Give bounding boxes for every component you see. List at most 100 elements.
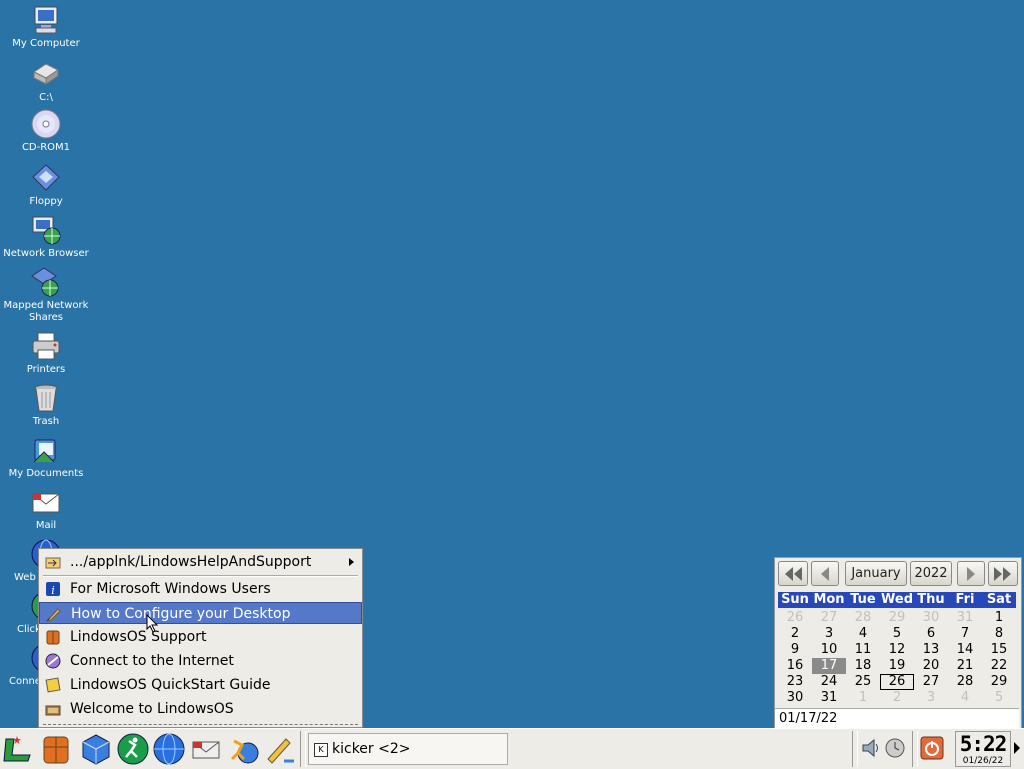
taskbar-files-button[interactable]: [80, 733, 112, 765]
desktop-icon-my-documents[interactable]: My Documents: [0, 434, 92, 480]
calendar-day-cell[interactable]: 28: [948, 674, 982, 690]
menu-item-lindowsos-support[interactable]: LindowsOS Support: [39, 626, 362, 648]
calendar-day-cell[interactable]: 13: [914, 642, 948, 658]
calendar-day-cell[interactable]: 2: [880, 690, 914, 706]
desktop-icon-label: Mail: [35, 520, 57, 531]
volume-button[interactable]: [860, 737, 882, 759]
calendar-day-cell[interactable]: 12: [880, 642, 914, 658]
task-label: kicker <2>: [332, 741, 411, 757]
calendar-day-cell[interactable]: 3: [812, 626, 846, 642]
menu-item-windows-users[interactable]: i For Microsoft Windows Users: [39, 578, 362, 600]
welcome-icon: [45, 701, 61, 717]
calendar-day-cell[interactable]: 22: [982, 658, 1016, 674]
calendar-day-cell[interactable]: 2: [778, 626, 812, 642]
calendar-day-cell[interactable]: 20: [914, 658, 948, 674]
menu-item-label: For Microsoft Windows Users: [70, 581, 271, 597]
desktop-icon-floppy[interactable]: Floppy: [0, 162, 92, 208]
calendar-day-cell[interactable]: 4: [948, 690, 982, 706]
task-button-kicker[interactable]: K kicker <2>: [308, 733, 508, 765]
taskbar-click-n-run-button[interactable]: [117, 733, 149, 765]
calendar-day-cell[interactable]: 10: [812, 642, 846, 658]
taskbar-web-button[interactable]: [153, 733, 185, 765]
logout-button[interactable]: [920, 736, 944, 760]
next-month-button[interactable]: [957, 561, 985, 586]
calendar-day-cell[interactable]: 6: [914, 626, 948, 642]
calendar-day-cell[interactable]: 11: [846, 642, 880, 658]
calendar-day-cell[interactable]: 31: [812, 690, 846, 706]
double-right-arrow-icon: [994, 567, 1011, 581]
help-submenu: .../applnk/LindowsHelpAndSupport i For M…: [38, 548, 363, 728]
calendar-day-cell[interactable]: 4: [846, 626, 880, 642]
desktop-icon-my-computer[interactable]: My Computer: [0, 4, 92, 50]
calendar-day-cell[interactable]: 29: [880, 610, 914, 626]
selected-date-field[interactable]: 01/17/22: [775, 708, 1019, 728]
calendar-day-cell[interactable]: 27: [812, 610, 846, 626]
next-year-button[interactable]: [988, 561, 1018, 586]
trash-icon: [30, 382, 62, 414]
desktop-icon-cdrom[interactable]: CD-ROM1: [0, 108, 92, 154]
power-icon: [920, 736, 944, 760]
taskbar-connect-button[interactable]: [228, 733, 260, 765]
prev-month-button[interactable]: [811, 561, 839, 586]
calendar-day-cell[interactable]: 16: [778, 658, 812, 674]
month-button[interactable]: January: [845, 561, 907, 586]
tray-separator: [912, 731, 918, 767]
calendar-day-cell[interactable]: 3: [914, 690, 948, 706]
menu-item-connect-internet[interactable]: Connect to the Internet: [39, 650, 362, 672]
calendar-day-cell[interactable]: 27: [914, 674, 948, 690]
calendar-day-cell[interactable]: 30: [914, 610, 948, 626]
calendar-day-cell[interactable]: 9: [778, 642, 812, 658]
calendar-day-header: Fri: [948, 592, 982, 608]
calendar-day-cell[interactable]: 28: [846, 610, 880, 626]
launch-menu-button[interactable]: [2, 733, 34, 765]
calendar-day-cell[interactable]: 7: [948, 626, 982, 642]
taskbar-mail-button[interactable]: [190, 733, 222, 765]
taskbar-support-button[interactable]: [40, 733, 72, 765]
menu-item-applnk-help[interactable]: .../applnk/LindowsHelpAndSupport: [39, 551, 362, 573]
calendar-day-cell[interactable]: 31: [948, 610, 982, 626]
calendar-day-cell[interactable]: 26: [778, 610, 812, 626]
desktop-icon-network-browser[interactable]: Network Browser: [0, 214, 92, 260]
double-left-arrow-icon: [785, 567, 802, 581]
calendar-day-cell[interactable]: 15: [982, 642, 1016, 658]
calendar-day-cell[interactable]: 24: [812, 674, 846, 690]
prev-year-button[interactable]: [778, 561, 808, 586]
calendar-day-cell[interactable]: 17: [812, 658, 846, 674]
calendar-day-cell[interactable]: 18: [846, 658, 880, 674]
calendar-day-cell[interactable]: 26: [880, 674, 914, 690]
menu-item-welcome[interactable]: Welcome to LindowsOS: [39, 698, 362, 720]
calendar-day-cell[interactable]: 21: [948, 658, 982, 674]
guide-icon: [45, 677, 61, 693]
desktop-icon-trash[interactable]: Trash: [0, 382, 92, 428]
calendar-day-cell[interactable]: 29: [982, 674, 1016, 690]
desktop-icon-label: Printers: [26, 364, 66, 375]
calendar-day-cell[interactable]: 14: [948, 642, 982, 658]
calendar-day-cell[interactable]: 1: [846, 690, 880, 706]
calendar-day-cell[interactable]: 30: [778, 690, 812, 706]
calendar-day-cell[interactable]: 1: [982, 610, 1016, 626]
desktop-icon-label: My Computer: [12, 38, 80, 49]
year-button[interactable]: 2022: [910, 561, 952, 586]
tray-app-button[interactable]: [884, 737, 906, 759]
menu-item-label: .../applnk/LindowsHelpAndSupport: [70, 554, 312, 570]
desktop-icon-mail[interactable]: Mail: [0, 486, 92, 532]
calendar-day-cell[interactable]: 5: [982, 690, 1016, 706]
menu-item-quickstart-guide[interactable]: LindowsOS QuickStart Guide: [39, 674, 362, 696]
calendar-day-cell[interactable]: 8: [982, 626, 1016, 642]
tray-expand-arrow-icon[interactable]: [1014, 742, 1020, 754]
clock-widget[interactable]: 5:22 01/26/22: [955, 731, 1011, 767]
desktop-icon-printers[interactable]: Printers: [0, 330, 92, 376]
menu-item-label: How to Configure your Desktop: [71, 606, 291, 622]
calendar-day-cell[interactable]: 5: [880, 626, 914, 642]
desktop-icon-c-drive[interactable]: C:\: [0, 58, 92, 104]
runner-icon: [117, 733, 149, 765]
desktop-icon-mapped-network-shares[interactable]: Mapped Network Shares: [0, 266, 92, 324]
taskbar-configure-button[interactable]: [264, 733, 296, 765]
menu-item-configure-desktop[interactable]: How to Configure your Desktop: [39, 602, 362, 624]
calendar-day-cell[interactable]: 19: [880, 658, 914, 674]
hard-drive-icon: [30, 58, 62, 90]
mail-icon: [30, 486, 62, 518]
calendar-day-cell[interactable]: 25: [846, 674, 880, 690]
calendar-day-cell[interactable]: 23: [778, 674, 812, 690]
calendar-day-header: Mon: [812, 592, 846, 608]
